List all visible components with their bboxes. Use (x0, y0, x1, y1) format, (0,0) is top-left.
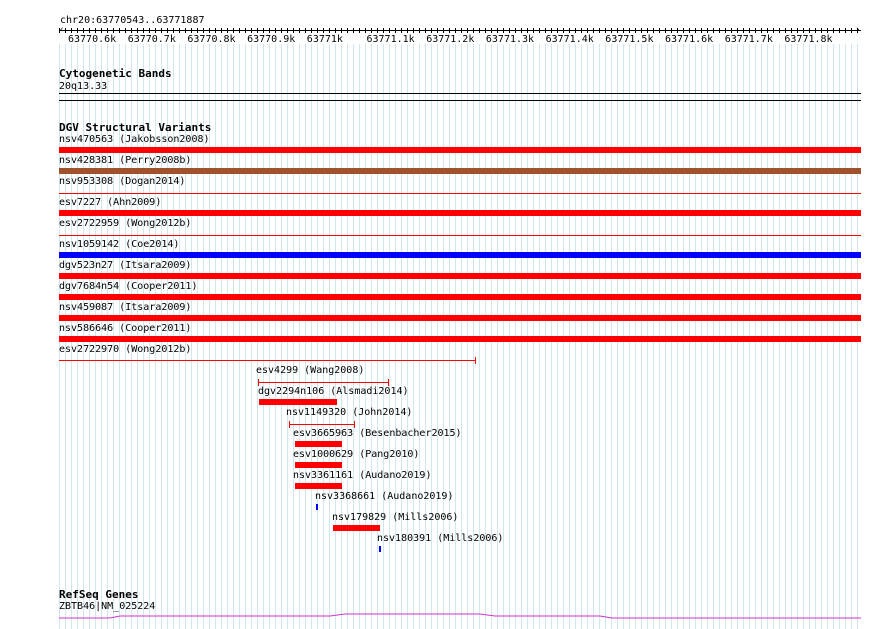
refseq-gene-track (0, 0, 890, 629)
refseq-gene-line[interactable] (59, 613, 861, 619)
refseq-gene-structure[interactable] (0, 0, 890, 629)
